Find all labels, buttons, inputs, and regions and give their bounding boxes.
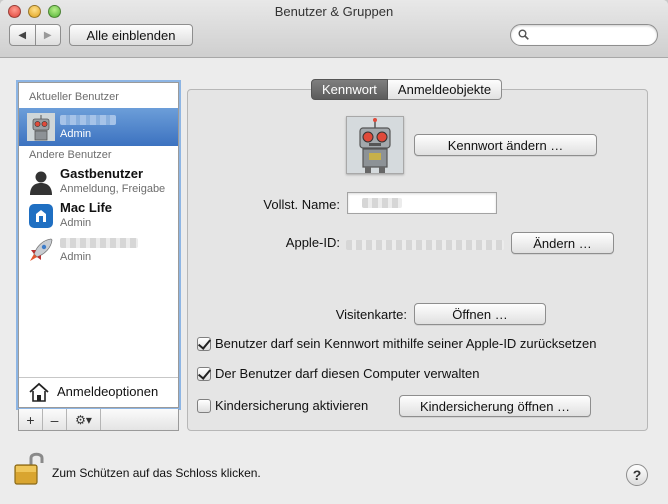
guest-user-role: Anmeldung, Freigabe [60,183,166,195]
guest-user-name: Gastbenutzer [60,166,144,181]
title-bar: Benutzer & Gruppen ◀ ▶ Alle einblenden [0,0,668,58]
apple-id-label: Apple-ID: [285,235,340,250]
user-row-mac-life[interactable]: Mac Life Admin [19,197,178,235]
gear-menu-button[interactable]: ⚙▾ [67,409,101,430]
guest-silhouette-icon [30,171,52,195]
robot-avatar-icon [347,117,403,173]
mac-life-user-role: Admin [60,217,92,229]
tab-login-items[interactable]: Anmeldeobjekte [387,79,503,100]
mac-life-logo-icon [29,204,53,228]
parental-controls-checkbox-row[interactable]: Kindersicherung aktivieren [197,398,368,413]
allow-admin-checkbox-row[interactable]: Der Benutzer darf diesen Computer verwal… [197,366,479,381]
show-all-button[interactable]: Alle einblenden [69,24,193,46]
help-button[interactable]: ? [626,464,648,486]
user-row-rocket[interactable]: Admin [19,231,178,269]
current-user-header: Aktueller Benutzer [29,91,119,103]
remove-user-button[interactable]: – [43,409,67,430]
user-photo[interactable] [346,116,404,174]
user-list-buttons: + – ⚙▾ [18,409,179,431]
search-icon [518,29,529,40]
forward-button[interactable]: ▶ [34,25,61,45]
parental-controls-checkbox[interactable] [197,398,211,413]
login-options-item[interactable]: Anmeldeoptionen [19,377,178,407]
current-user-role: Admin [60,128,92,140]
allow-admin-label: Der Benutzer darf diesen Computer verwal… [215,366,480,381]
unlocked-padlock-icon[interactable] [13,451,45,487]
open-contact-card-button[interactable]: Öffnen … [414,303,546,325]
back-button[interactable]: ◀ [10,25,35,45]
fullname-field[interactable] [347,192,497,214]
current-user-name-redacted [60,111,116,126]
rocket-icon [30,238,53,261]
allow-reset-password-checkbox[interactable] [197,336,211,351]
tab-bar: Kennwort Anmeldeobjekte [311,79,503,100]
back-arrow-icon: ◀ [18,29,27,41]
window-title: Benutzer & Gruppen [274,4,394,19]
lock-hint-text: Zum Schützen auf das Schloss klicken. [52,466,261,480]
add-user-button[interactable]: + [19,409,43,430]
search-input[interactable] [510,24,658,46]
user-row-guest[interactable]: Gastbenutzer Anmeldung, Freigabe [19,163,178,201]
allow-reset-password-checkbox-row[interactable]: Benutzer darf sein Kennwort mithilfe sei… [197,336,597,351]
rocket-user-role: Admin [60,251,92,263]
contact-card-label: Visitenkarte: [335,307,407,322]
fullname-label: Vollst. Name: [263,197,340,212]
parental-controls-label: Kindersicherung aktivieren [215,398,369,413]
robot-avatar-icon [27,113,55,141]
navigation-buttons: ◀ ▶ [9,24,61,46]
allow-admin-checkbox[interactable] [197,366,211,381]
other-users-header: Andere Benutzer [29,149,112,161]
change-password-button[interactable]: Kennwort ändern … [414,134,597,156]
open-parental-controls-button[interactable]: Kindersicherung öffnen … [399,395,591,417]
apple-id-value-redacted [346,236,504,251]
tab-password[interactable]: Kennwort [311,79,388,100]
change-apple-id-button[interactable]: Ändern … [511,232,614,254]
allow-reset-password-label: Benutzer darf sein Kennwort mithilfe sei… [215,336,597,351]
preferences-window: Benutzer & Gruppen ◀ ▶ Alle einblenden A… [0,0,668,504]
gear-icon: ⚙▾ [75,412,92,427]
user-row-current[interactable]: Admin [19,108,178,146]
house-icon [29,382,49,402]
user-list[interactable]: Aktueller Benutzer Admin Andere Benutzer… [18,82,179,408]
rocket-user-name-redacted [60,234,138,249]
forward-arrow-icon: ▶ [43,29,52,41]
mac-life-user-name: Mac Life [60,200,113,215]
login-options-label: Anmeldeoptionen [57,384,159,399]
